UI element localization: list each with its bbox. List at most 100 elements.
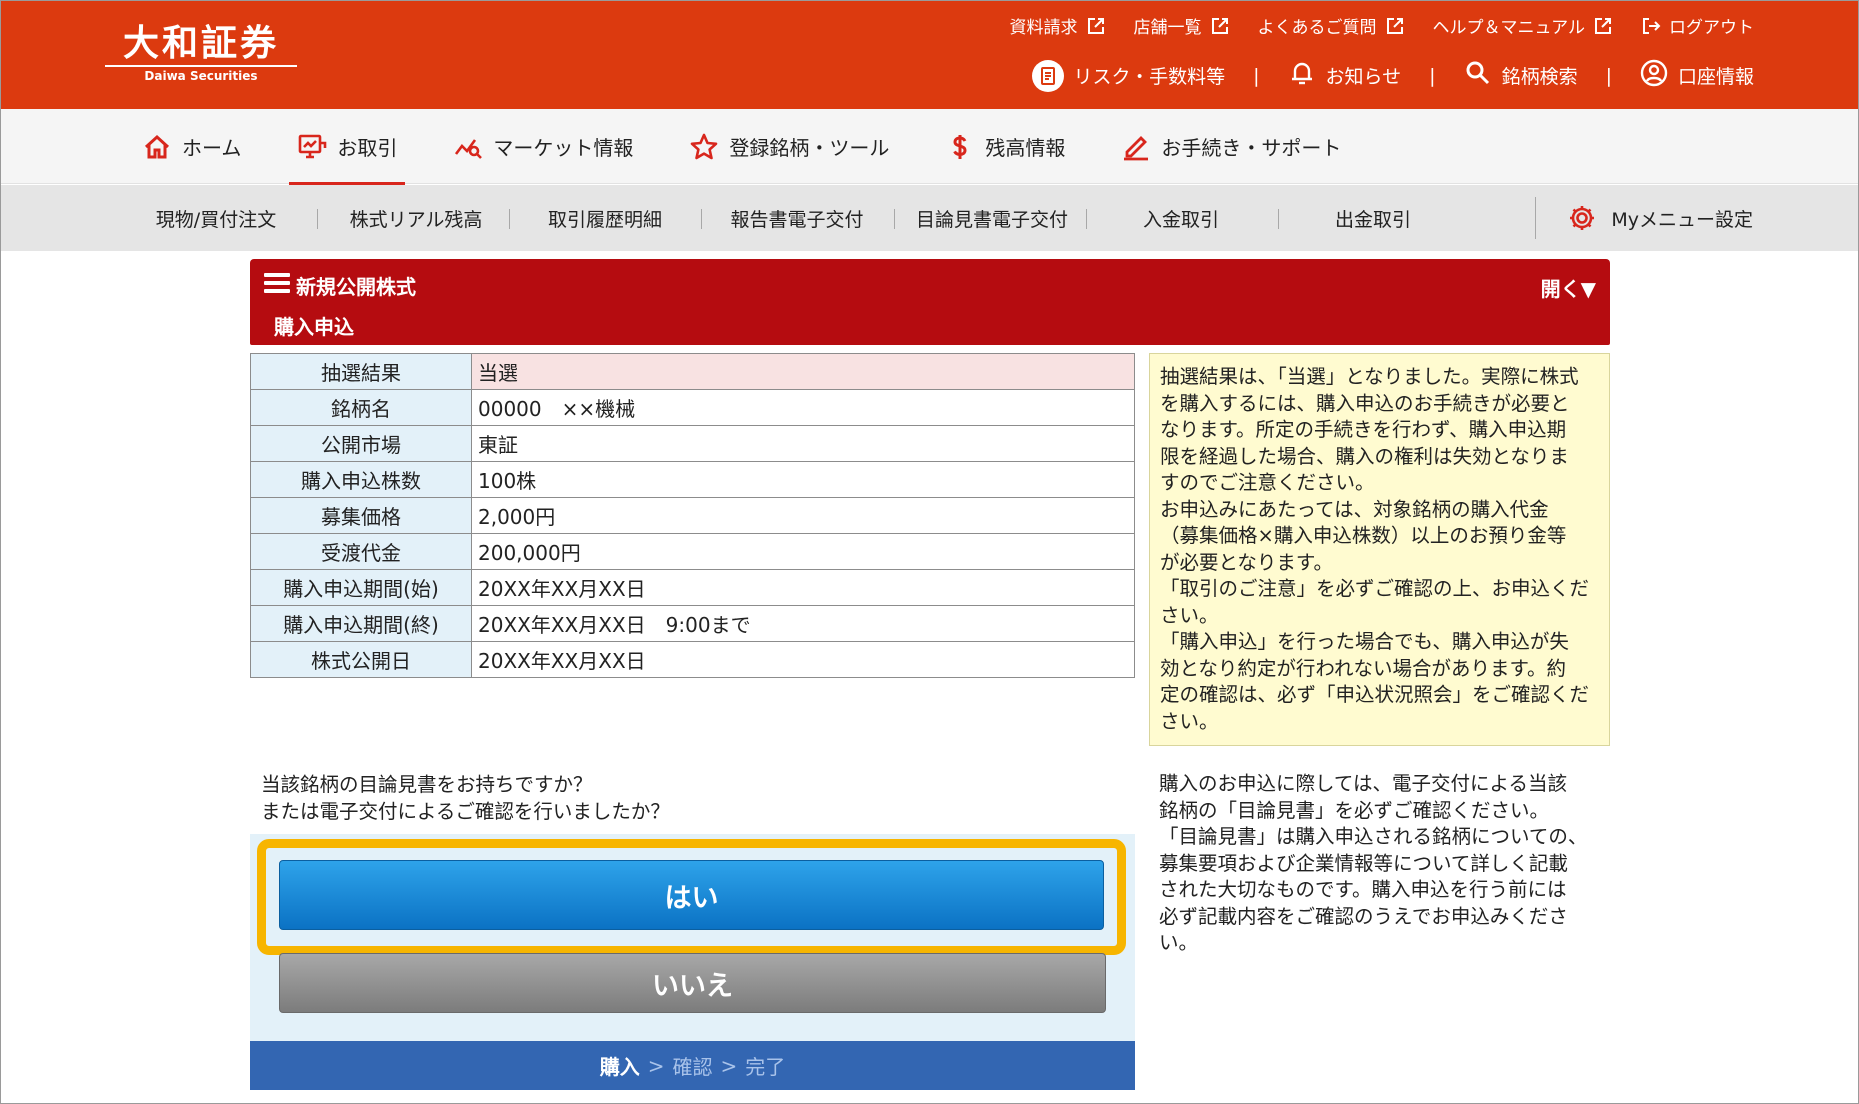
external-link-icon xyxy=(1211,17,1228,34)
subnav-e-reports[interactable]: 報告書電子交付 xyxy=(713,185,881,251)
nav-label: お取引 xyxy=(337,136,398,160)
util-link-label: ヘルプ＆マニュアル xyxy=(1432,18,1586,38)
subnav-divider xyxy=(1535,197,1536,239)
separator: | xyxy=(1253,64,1260,87)
logo-rule xyxy=(105,65,297,67)
progress-steps: 購入 > 確認 > 完了 xyxy=(250,1041,1135,1090)
star-icon xyxy=(691,133,718,159)
side-note-line: 購入のお申込に際しては、電子交付による当該 xyxy=(1159,772,1567,795)
row-label: 購入申込期間(始) xyxy=(250,569,472,606)
util-link-documents[interactable]: 資料請求 xyxy=(1010,13,1106,38)
row-value: 00000 ××機械 xyxy=(471,389,1135,426)
step-arrow: > xyxy=(720,1053,738,1078)
util-link-logout[interactable]: ログアウト xyxy=(1641,13,1754,38)
nav-trade[interactable]: お取引 xyxy=(289,109,406,186)
util-link-branches[interactable]: 店舗一覧 xyxy=(1134,13,1230,38)
row-value: 東証 xyxy=(471,425,1135,462)
logo-text-jp: 大和証券 xyxy=(122,22,279,64)
trade-icon xyxy=(299,134,327,158)
document-icon xyxy=(1031,59,1064,92)
external-link-icon xyxy=(1386,17,1403,34)
side-note-line: 銘柄の「目論見書」を必ずご確認ください。 xyxy=(1159,798,1550,822)
notice-line: さい。 xyxy=(1160,709,1219,733)
external-link-icon xyxy=(1595,17,1611,34)
nav-label: お手続き・サポート xyxy=(1161,136,1342,160)
yes-button[interactable]: はい xyxy=(279,860,1104,930)
util-link-help[interactable]: ヘルプ＆マニュアル xyxy=(1433,13,1614,38)
notice-line: を購入するには、購入申込のお手続きが必要と xyxy=(1160,391,1570,415)
table-row: 銘柄名 00000 ××機械 xyxy=(250,389,1135,426)
stock-search-label: 銘柄検索 xyxy=(1501,66,1578,88)
sub-nav: 現物/買付注文 株式リアル残高 取引履歴明細 報告書電子交付 目論見書電子交付 … xyxy=(1,185,1858,251)
table-row: 購入申込株数 100株 xyxy=(250,461,1135,498)
notice-line: 抽選結果は、「当選」となりました。実際に株式 xyxy=(1160,365,1579,388)
logout-icon xyxy=(1643,17,1661,34)
question-line: 当該銘柄の目論見書をお持ちですか？ xyxy=(261,773,593,796)
notice-line: 効となり約定が行われない場合があります。約 xyxy=(1160,656,1566,680)
util-link-label: よくあるご質問 xyxy=(1257,18,1377,38)
side-note-line: 必ず記載内容をご確認のうえでお申込みくださ xyxy=(1159,904,1568,928)
market-icon xyxy=(455,138,483,159)
subnav-divider xyxy=(701,209,702,229)
nav-balance[interactable]: 残高情報 xyxy=(937,109,1073,184)
prospectus-side-note: 購入のお申込に際しては、電子交付による当該 銘柄の「目論見書」を必ずご確認くださ… xyxy=(1159,771,1601,957)
row-label: 受渡代金 xyxy=(250,533,472,570)
subnav-divider xyxy=(509,209,510,229)
step-purchase: 購入 xyxy=(599,1055,640,1079)
subnav-trade-history[interactable]: 取引履歴明細 xyxy=(525,185,685,251)
nav-procedures[interactable]: お手続き・サポート xyxy=(1113,109,1349,184)
subnav-cash-order[interactable]: 現物/買付注文 xyxy=(131,185,301,251)
row-label: 公開市場 xyxy=(250,425,472,462)
subnav-e-prospectus[interactable]: 目論見書電子交付 xyxy=(903,185,1081,251)
nav-market[interactable]: マーケット情報 xyxy=(445,109,641,184)
expand-toggle[interactable]: 開く▼ xyxy=(1541,273,1596,302)
notice-line: さい。 xyxy=(1160,603,1219,627)
daiwa-logo[interactable]: 大和証券 Daiwa Securities xyxy=(105,21,297,83)
subnav-deposit[interactable]: 入金取引 xyxy=(1101,185,1261,251)
notice-line: 定の確認は、必ず「申込状況照会」をご確認くだ xyxy=(1160,683,1590,706)
home-icon xyxy=(144,134,170,158)
row-label: 抽選結果 xyxy=(250,353,472,390)
util-link-label: ログアウト xyxy=(1669,18,1754,38)
notice-line: お申込みにあたっては、対象銘柄の購入代金 xyxy=(1160,497,1549,521)
lottery-notice-box: 抽選結果は、「当選」となりました。実際に株式 を購入するには、購入申込のお手続き… xyxy=(1149,353,1610,746)
external-link-icon xyxy=(1087,17,1104,34)
table-row: 公開市場 東証 xyxy=(250,425,1135,462)
side-note-line: 募集要項および企業情報等について詳しく記載 xyxy=(1159,851,1568,875)
dollar-icon xyxy=(953,134,967,159)
notice-line: 「取引のご注意」を必ずご確認の上、お申込くだ xyxy=(1160,577,1590,600)
section-subtitle: 購入申込 xyxy=(274,315,354,339)
nav-home[interactable]: ホーム xyxy=(134,109,249,184)
step-complete: 完了 xyxy=(745,1055,786,1079)
ipo-detail-table: 抽選結果 当選 銘柄名 00000 ××機械 公開市場 東証 購入申込株数 10… xyxy=(250,353,1135,678)
section-title: 新規公開株式 xyxy=(296,275,416,299)
separator: | xyxy=(1429,64,1436,87)
table-row: 購入申込期間(終) 20XX年XX月XX日 9:00まで xyxy=(250,605,1135,642)
stock-search-link[interactable]: 銘柄検索 xyxy=(1464,59,1578,92)
row-label: 銘柄名 xyxy=(250,389,472,426)
subnav-divider xyxy=(894,209,895,229)
util-link-label: 資料請求 xyxy=(1009,18,1078,38)
mymenu-settings[interactable]: Myメニュー設定 xyxy=(1567,185,1753,251)
side-note-line: い。 xyxy=(1159,931,1199,954)
nav-label: 登録銘柄・ツール xyxy=(729,136,890,160)
notice-line: （募集価格×購入申込株数）以上のお預り金等 xyxy=(1160,524,1567,547)
util-link-faq[interactable]: よくあるご質問 xyxy=(1258,13,1405,38)
no-button[interactable]: いいえ xyxy=(279,953,1106,1013)
utility-links: 資料請求 店舗一覧 よくあるご質問 ヘルプ＆マニュアル ログアウト xyxy=(1010,13,1754,38)
nav-watchlist[interactable]: 登録銘柄・ツール xyxy=(681,109,897,184)
menu-icon xyxy=(264,273,290,295)
row-value: 20XX年XX月XX日 xyxy=(471,641,1135,678)
account-info-link[interactable]: 口座情報 xyxy=(1640,59,1754,92)
risk-fees-label: リスク・手数料等 xyxy=(1073,66,1226,88)
subnav-withdrawal[interactable]: 出金取引 xyxy=(1293,185,1453,251)
notice-line: すのでご注意ください。 xyxy=(1160,471,1375,494)
risk-fees-link[interactable]: リスク・手数料等 xyxy=(1031,59,1226,92)
mymenu-label: Myメニュー設定 xyxy=(1611,208,1753,231)
notice-line: なります。所定の手続きを行わず、購入申込期 xyxy=(1160,418,1567,441)
main-utility-links: リスク・手数料等 | お知らせ | 銘柄検索 | 口座情報 xyxy=(1031,59,1754,92)
subnav-stock-balance[interactable]: 株式リアル残高 xyxy=(331,185,501,251)
section-title-bar: 新規公開株式 購入申込 開く▼ xyxy=(250,259,1610,345)
notices-link[interactable]: お知らせ xyxy=(1288,59,1401,92)
logo-text-en: Daiwa Securities xyxy=(144,69,258,83)
